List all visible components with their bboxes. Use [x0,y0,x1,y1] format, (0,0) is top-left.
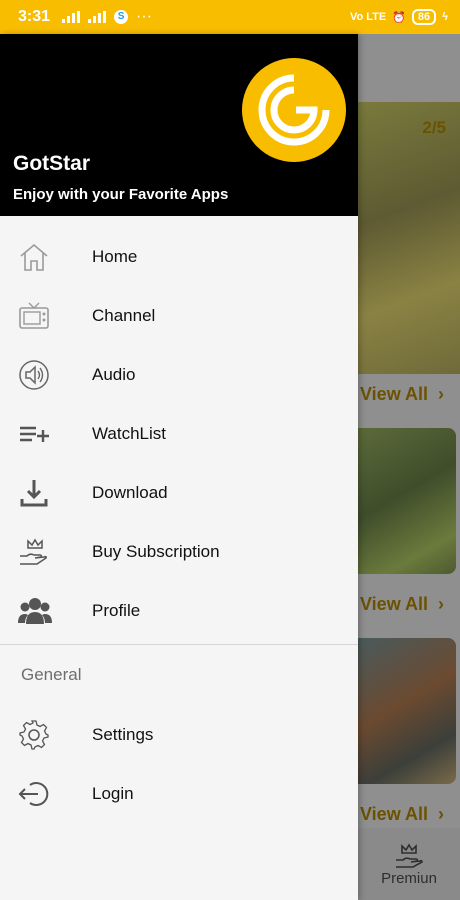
menu-item-channel[interactable]: Channel [0,286,358,345]
menu-label: Download [92,482,168,502]
premium-tab[interactable]: Premiun [358,828,460,900]
signal-icon-2 [88,11,107,23]
menu-label: Login [92,783,134,803]
gear-icon [0,719,92,751]
menu-label: Buy Subscription [92,541,220,561]
section-title-general: General [21,665,82,684]
view-all-link[interactable]: View All › [360,384,444,405]
background-content: 2/5 View All › View All › View All › Pre… [358,34,460,900]
menu-item-watchlist[interactable]: WatchList [0,404,358,463]
general-menu: Settings Login [0,705,358,823]
menu-label: Audio [92,364,136,384]
battery-icon: 86 [411,9,437,25]
signal-icon [62,11,81,23]
app-tagline: Enjoy with your Favorite Apps [13,186,229,203]
speaker-icon [0,359,92,391]
menu-item-download[interactable]: Download [0,463,358,522]
menu-label: Channel [92,305,156,325]
menu-item-audio[interactable]: Audio [0,345,358,404]
view-all-link[interactable]: View All › [360,594,444,615]
menu-label: Settings [92,724,154,744]
app-name: GotStar [13,152,91,175]
view-all-link[interactable]: View All › [360,804,444,825]
volte-icon: Vo LTE [349,11,387,23]
view-all-label: View All [360,594,429,614]
menu-item-profile[interactable]: Profile [0,581,358,640]
skype-icon: S [114,10,129,24]
more-notifications-icon: ··· [136,8,153,25]
main-menu: Home Channel Audio WatchList Download Bu… [0,216,358,640]
chevron-right-icon: › [438,384,445,404]
chevron-right-icon: › [438,594,445,614]
drawer-header: GotStar Enjoy with your Favorite Apps [0,34,358,216]
banner-image [358,102,460,374]
view-all-label: View All [360,804,429,824]
crown-hand-icon [0,537,92,567]
movie-card[interactable] [358,428,456,574]
premium-label: Premiun [381,869,437,887]
status-time: 3:31 [18,8,51,25]
banner-counter: 2/5 [422,118,446,137]
menu-label: WatchList [92,423,167,443]
group-icon [0,596,92,626]
menu-label: Home [92,246,138,266]
menu-item-buy-subscription[interactable]: Buy Subscription [0,522,358,581]
playlist-add-icon [0,424,92,444]
tv-icon [0,301,92,331]
home-icon [0,242,92,272]
crown-hand-icon [396,842,423,868]
gotstar-logo-icon [242,58,346,162]
movie-card[interactable] [358,638,456,784]
alarm-icon: ⏰ [392,11,406,24]
chevron-right-icon: › [438,804,445,824]
login-icon [0,779,92,809]
download-icon [0,477,92,509]
status-bar: 3:31 S ··· Vo LTE ⏰ 86 ϟ [0,0,460,34]
view-all-label: View All [360,384,429,404]
menu-label: Profile [92,600,141,620]
menu-item-login[interactable]: Login [0,764,358,823]
charging-icon: ϟ [442,11,448,23]
menu-item-settings[interactable]: Settings [0,705,358,764]
navigation-drawer: GotStar Enjoy with your Favorite Apps Ho… [0,34,358,900]
menu-item-home[interactable]: Home [0,227,358,286]
